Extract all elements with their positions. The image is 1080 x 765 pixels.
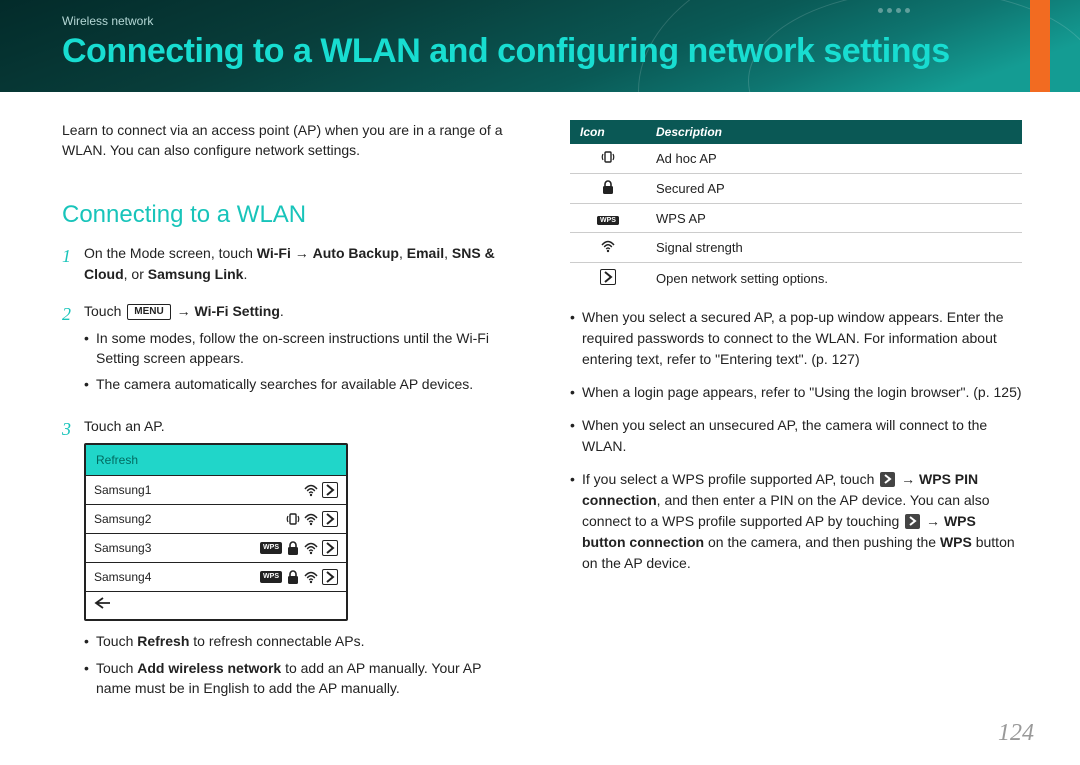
back-button bbox=[86, 591, 346, 619]
right-bullet-list: When you select a secured AP, a pop-up w… bbox=[570, 307, 1022, 574]
open-settings-icon bbox=[600, 269, 616, 285]
breadcrumb: Wireless network bbox=[62, 14, 153, 28]
bullet-item: When you select an unsecured AP, the cam… bbox=[570, 415, 1022, 457]
ap-row: Samsung4 WPS bbox=[86, 562, 346, 591]
step-3: 3 Touch an AP. Refresh Samsung1 Samsung2 bbox=[62, 416, 514, 704]
sub-bullet: The camera automatically searches for av… bbox=[84, 374, 514, 394]
step-number: 1 bbox=[62, 243, 84, 285]
page-number: 124 bbox=[998, 720, 1034, 747]
orange-accent-tab bbox=[1030, 0, 1050, 92]
sub-bullet: Touch Refresh to refresh connectable APs… bbox=[84, 631, 514, 651]
signal-strength-icon bbox=[304, 570, 318, 584]
step-number: 3 bbox=[62, 416, 84, 704]
signal-strength-icon bbox=[304, 512, 318, 526]
open-settings-icon bbox=[880, 472, 895, 487]
intro-paragraph: Learn to connect via an access point (AP… bbox=[62, 120, 514, 161]
icon-description-table: Icon Description Ad hoc AP Secured AP WP… bbox=[570, 120, 1022, 293]
page-title: Connecting to a WLAN and configuring net… bbox=[62, 32, 950, 71]
wps-icon: WPS bbox=[260, 542, 282, 554]
wps-icon: WPS bbox=[597, 216, 619, 225]
lock-icon bbox=[286, 541, 300, 555]
right-column: Icon Description Ad hoc AP Secured AP WP… bbox=[570, 120, 1022, 720]
table-cell: Signal strength bbox=[646, 233, 1022, 263]
step-2: 2 Touch MENU → Wi-Fi Setting. In some mo… bbox=[62, 301, 514, 401]
open-settings-icon bbox=[322, 540, 338, 556]
lock-icon bbox=[286, 570, 300, 584]
table-cell: Ad hoc AP bbox=[646, 144, 1022, 174]
sub-bullet: In some modes, follow the on-screen inst… bbox=[84, 328, 514, 369]
menu-button-icon: MENU bbox=[127, 304, 170, 320]
signal-strength-icon bbox=[304, 483, 318, 497]
lock-icon bbox=[601, 180, 615, 194]
sub-bullet: Touch Add wireless network to add an AP … bbox=[84, 658, 514, 699]
table-header-icon: Icon bbox=[570, 120, 646, 144]
signal-strength-icon bbox=[304, 541, 318, 555]
open-settings-icon bbox=[322, 511, 338, 527]
section-heading: Connecting to a WLAN bbox=[62, 201, 514, 229]
open-settings-icon bbox=[322, 569, 338, 585]
table-cell: WPS AP bbox=[646, 204, 1022, 233]
adhoc-icon bbox=[286, 512, 300, 526]
wps-icon: WPS bbox=[260, 571, 282, 583]
adhoc-icon bbox=[601, 150, 615, 164]
ap-list-mockup: Refresh Samsung1 Samsung2 bbox=[84, 443, 348, 621]
bullet-item: When a login page appears, refer to "Usi… bbox=[570, 382, 1022, 403]
open-settings-icon bbox=[905, 514, 920, 529]
signal-strength-icon bbox=[601, 239, 615, 253]
open-settings-icon bbox=[322, 482, 338, 498]
bullet-item: When you select a secured AP, a pop-up w… bbox=[570, 307, 1022, 370]
ap-row: Samsung1 bbox=[86, 475, 346, 504]
ap-row: Samsung2 bbox=[86, 504, 346, 533]
table-header-description: Description bbox=[646, 120, 1022, 144]
table-cell: Open network setting options. bbox=[646, 263, 1022, 294]
bullet-item: If you select a WPS profile supported AP… bbox=[570, 469, 1022, 574]
step-1: 1 On the Mode screen, touch Wi-Fi → Auto… bbox=[62, 243, 514, 285]
refresh-bar: Refresh bbox=[86, 445, 346, 475]
step-number: 2 bbox=[62, 301, 84, 401]
ap-row: Samsung3 WPS bbox=[86, 533, 346, 562]
left-column: Learn to connect via an access point (AP… bbox=[62, 120, 514, 720]
table-cell: Secured AP bbox=[646, 174, 1022, 204]
